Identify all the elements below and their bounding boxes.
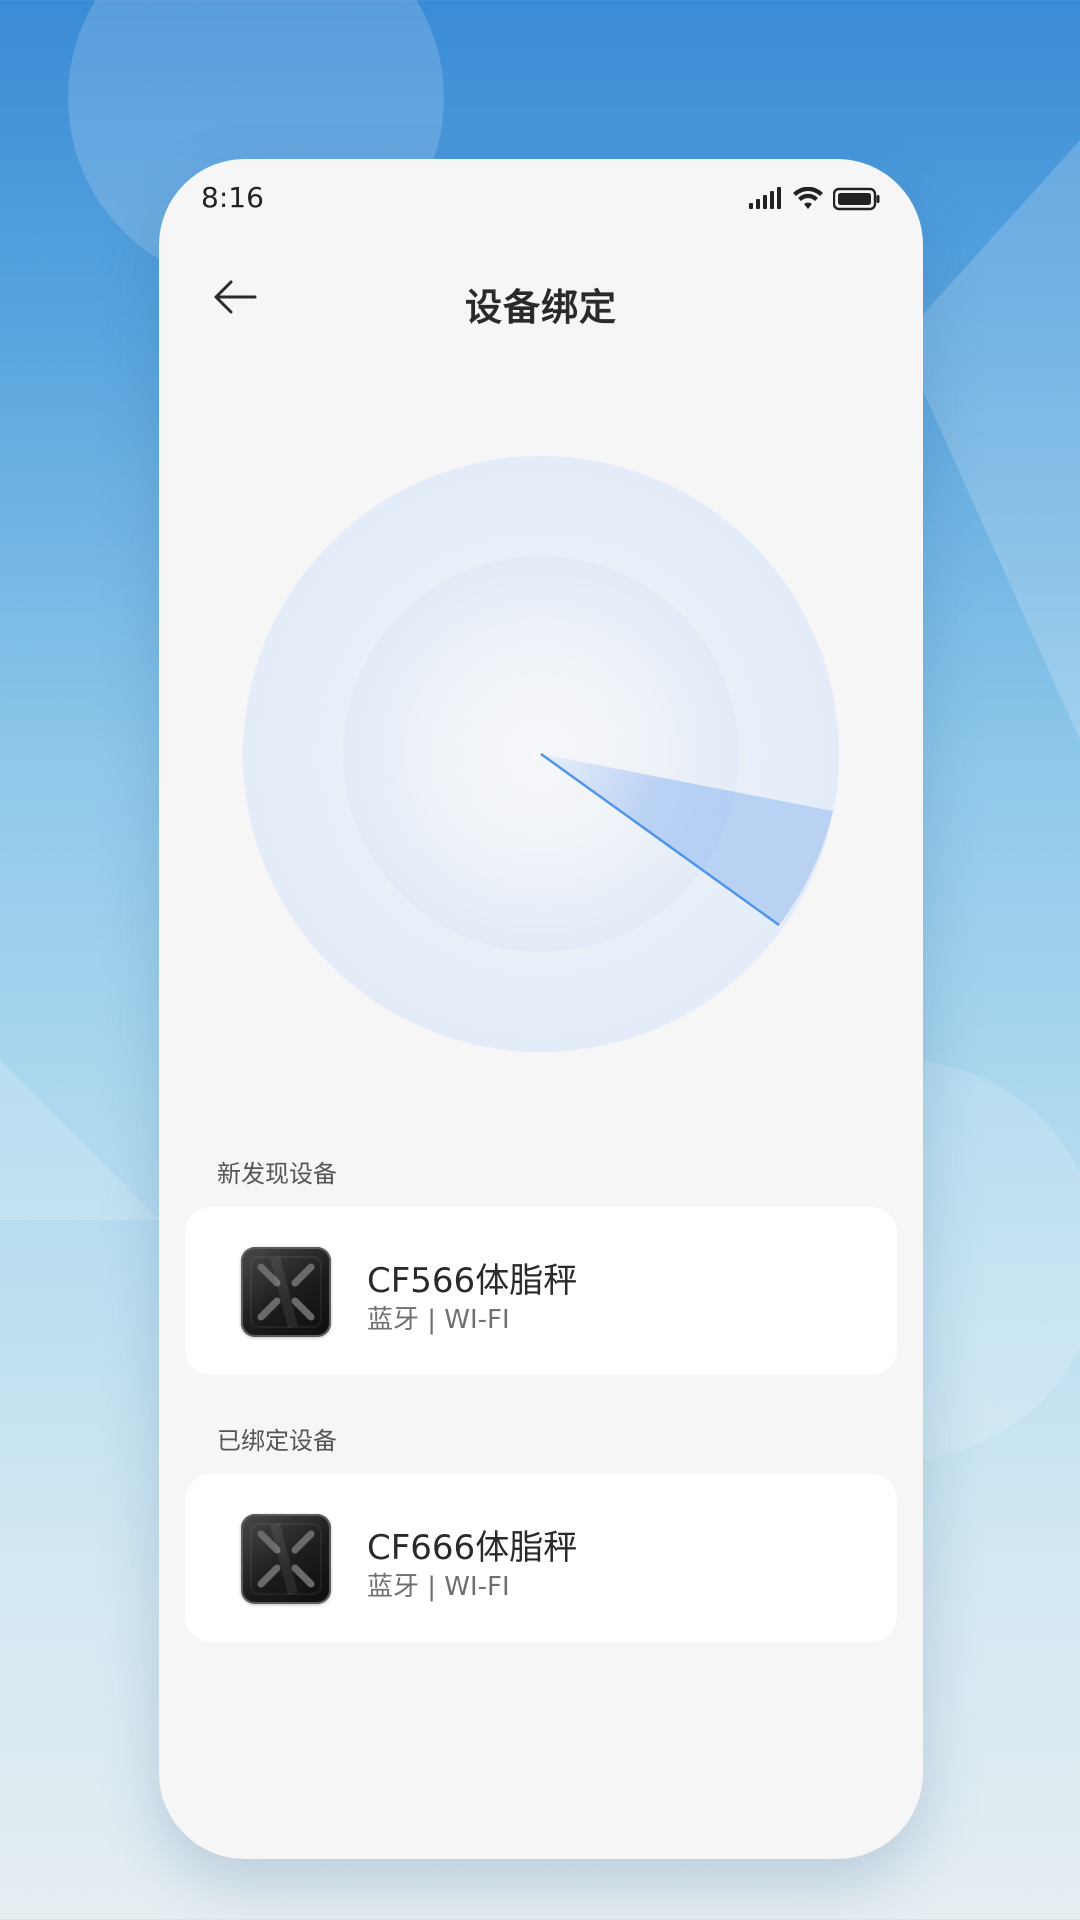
background-shape [0,1060,160,1220]
page-title: 设备绑定 [465,286,617,329]
status-time: 8:16 [201,181,264,214]
phone-screen: 8:16 设备绑定 新发现设备 CF566体脂秤 蓝牙 | WI-FI 已绑定设… [159,159,923,1859]
section-bound-devices-label: 已绑定设备 [217,1427,337,1455]
status-icons [749,186,881,215]
device-card-bound[interactable]: CF666体脂秤 蓝牙 | WI-FI [185,1474,897,1642]
scale-icon [241,1247,331,1337]
signal-icon [749,187,783,215]
status-bar: 8:16 [159,159,923,239]
device-name: CF566体脂秤 [367,1261,578,1301]
device-connectivity: 蓝牙 | WI-FI [367,1572,510,1602]
background-shape [900,140,1080,740]
nav-bar: 设备绑定 [159,249,923,349]
section-new-devices-label: 新发现设备 [217,1160,337,1188]
device-connectivity: 蓝牙 | WI-FI [367,1305,510,1335]
wifi-icon [793,186,823,215]
device-name: CF666体脂秤 [367,1528,578,1568]
device-card-new[interactable]: CF566体脂秤 蓝牙 | WI-FI [185,1207,897,1375]
radar-scan-graphic [241,454,841,1054]
battery-icon [832,187,881,215]
scale-icon [241,1514,331,1604]
